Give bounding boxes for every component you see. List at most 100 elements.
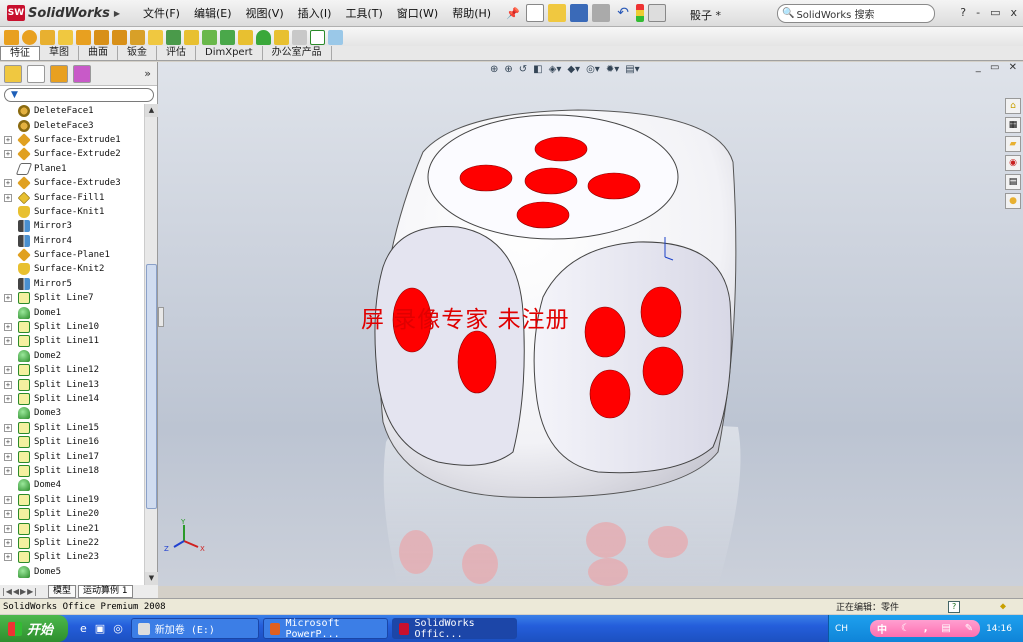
dome-tool-icon[interactable] bbox=[256, 29, 271, 45]
scrollbar-thumb[interactable] bbox=[146, 264, 157, 509]
sweep-icon[interactable] bbox=[40, 29, 55, 45]
feature-tree-item[interactable]: Mirror3 bbox=[0, 219, 144, 233]
ime-toolbar[interactable]: 中 ☾ , ▤ ✎ bbox=[870, 620, 981, 637]
menu-window[interactable]: 窗口(W) bbox=[390, 5, 445, 21]
menu-view[interactable]: 视图(V) bbox=[239, 5, 291, 21]
feature-tree-item[interactable]: + Split Line12 bbox=[0, 363, 144, 377]
tab-model[interactable]: 模型 bbox=[48, 585, 77, 598]
tab-sketch[interactable]: 草图 bbox=[40, 46, 79, 60]
feature-tree-item[interactable]: Mirror4 bbox=[0, 234, 144, 248]
expand-plus-icon[interactable]: + bbox=[4, 395, 12, 403]
search-box[interactable]: 🔍 SolidWorks 搜索 bbox=[777, 4, 935, 23]
tab-sheet-metal[interactable]: 钣金 bbox=[118, 46, 157, 60]
draft-icon[interactable] bbox=[202, 29, 217, 45]
task-powerpoint[interactable]: Microsoft PowerP... bbox=[262, 618, 388, 640]
expand-plus-icon[interactable]: + bbox=[4, 366, 12, 375]
feature-tree-item[interactable]: DeleteFace1 bbox=[0, 104, 144, 118]
language-indicator[interactable]: CH bbox=[835, 624, 848, 634]
search-results-icon[interactable]: ◉ bbox=[1005, 155, 1021, 171]
expand-plus-icon[interactable]: + bbox=[4, 538, 12, 547]
pin-icon[interactable]: 📌 bbox=[504, 4, 522, 22]
feature-tree-item[interactable]: + Split Line11 bbox=[0, 334, 144, 348]
dimxpert-manager-tab-icon[interactable] bbox=[73, 64, 91, 83]
wrap-icon[interactable] bbox=[238, 29, 253, 45]
feature-tree-item[interactable]: + Split Line23 bbox=[0, 550, 144, 564]
feature-tree-item[interactable]: + Surface-Extrude2 bbox=[0, 147, 144, 162]
appearances-icon[interactable]: ● bbox=[1005, 193, 1021, 209]
ime-mode[interactable]: 中 bbox=[877, 621, 887, 636]
save-icon[interactable] bbox=[570, 4, 589, 22]
options-icon[interactable] bbox=[648, 4, 667, 22]
expand-plus-icon[interactable]: + bbox=[4, 150, 12, 159]
curves-icon[interactable] bbox=[310, 29, 325, 45]
expand-plus-icon[interactable]: + bbox=[4, 337, 12, 346]
expand-plus-icon[interactable]: + bbox=[4, 495, 12, 504]
rib-icon[interactable] bbox=[184, 29, 199, 45]
feature-tree-item[interactable]: + Split Line19 bbox=[0, 493, 144, 507]
solidworks-logo-menu[interactable]: SW SolidWorks ▶ bbox=[3, 2, 124, 24]
feature-tree-item[interactable]: Dome2 bbox=[0, 349, 144, 363]
new-document-icon[interactable] bbox=[526, 4, 545, 22]
feature-tree-item[interactable]: + Split Line22 bbox=[0, 536, 144, 550]
pattern-icon[interactable] bbox=[166, 29, 181, 45]
task-explorer[interactable]: 新加卷 (E:) bbox=[130, 618, 259, 639]
ime-moon-icon[interactable]: ☾ bbox=[901, 623, 910, 634]
menu-file[interactable]: 文件(F) bbox=[136, 5, 187, 21]
feature-tree-item[interactable]: Dome4 bbox=[0, 478, 144, 492]
feature-tree-item[interactable]: Plane1 bbox=[0, 162, 144, 176]
feature-tree-item[interactable]: Dome5 bbox=[0, 565, 144, 579]
status-pin-icon[interactable]: ◆ bbox=[1000, 601, 1006, 612]
feature-tree-item[interactable]: + Split Line18 bbox=[0, 464, 144, 478]
feature-tree-item[interactable]: + Surface-Fill1 bbox=[0, 190, 144, 204]
search-input[interactable]: SolidWorks 搜索 bbox=[796, 6, 874, 21]
ime-tool-icon[interactable]: ✎ bbox=[965, 623, 973, 634]
expand-plus-icon[interactable]: + bbox=[4, 452, 12, 461]
feature-tree-item[interactable]: + Split Line7 bbox=[0, 291, 144, 305]
expand-plus-icon[interactable]: + bbox=[4, 553, 12, 562]
menu-insert[interactable]: 插入(I) bbox=[291, 5, 339, 21]
design-library-icon[interactable]: ▦ bbox=[1005, 117, 1021, 133]
expand-plus-icon[interactable]: + bbox=[4, 510, 12, 519]
menu-tools[interactable]: 工具(T) bbox=[338, 5, 389, 21]
ime-keyboard-icon[interactable]: ▤ bbox=[941, 623, 950, 634]
feature-tree-item[interactable]: + Surface-Extrude3 bbox=[0, 176, 144, 190]
feature-tree-item[interactable]: Dome1 bbox=[0, 305, 144, 319]
property-manager-tab-icon[interactable] bbox=[27, 64, 45, 83]
instant3d-icon[interactable] bbox=[328, 29, 343, 45]
start-button[interactable]: 开始 bbox=[0, 615, 68, 642]
reference-geometry-icon[interactable] bbox=[292, 29, 307, 45]
open-folder-icon[interactable] bbox=[548, 4, 567, 22]
feature-tree-item[interactable]: + Split Line20 bbox=[0, 507, 144, 521]
expand-plus-icon[interactable]: + bbox=[4, 524, 12, 533]
tab-scroll-arrows-icon[interactable]: |◀◀▶▶| bbox=[0, 587, 48, 596]
feature-tree-tab-icon[interactable] bbox=[4, 64, 22, 83]
expand-plus-icon[interactable]: + bbox=[4, 135, 12, 144]
minimize-button[interactable]: - bbox=[976, 6, 980, 19]
tab-motion-study[interactable]: 运动算例 1 bbox=[78, 585, 133, 598]
boundary-icon[interactable] bbox=[76, 29, 91, 45]
view-palette-icon[interactable]: ▤ bbox=[1005, 174, 1021, 190]
configuration-manager-tab-icon[interactable] bbox=[50, 64, 68, 83]
mirror-tool-icon[interactable] bbox=[274, 29, 289, 45]
more-tabs-icon[interactable]: » bbox=[144, 67, 151, 80]
graphics-viewport[interactable]: ⊕ ⊕ ↺ ◧ ◈▾ ◆▾ ◎▾ ✹▾ ▤▾ _ ▭ ✕ 屏 录像专家 未注册 … bbox=[158, 62, 1023, 586]
loft-icon[interactable] bbox=[58, 29, 73, 45]
feature-tree-item[interactable]: Mirror5 bbox=[0, 277, 144, 291]
shell-icon[interactable] bbox=[220, 29, 235, 45]
cut-revolve-icon[interactable] bbox=[112, 29, 127, 45]
dice-model[interactable] bbox=[158, 62, 1023, 586]
feature-tree-item[interactable]: Dome3 bbox=[0, 406, 144, 420]
feature-tree-item[interactable]: Surface-Knit2 bbox=[0, 262, 144, 276]
browser-icon[interactable]: ◎ bbox=[113, 622, 123, 635]
feature-tree-item[interactable]: + Split Line16 bbox=[0, 435, 144, 449]
feature-tree-item[interactable]: Surface-Plane1 bbox=[0, 248, 144, 262]
revolve-icon[interactable] bbox=[22, 29, 37, 45]
feature-tree-item[interactable]: + Split Line13 bbox=[0, 377, 144, 391]
expand-plus-icon[interactable]: + bbox=[4, 380, 12, 389]
ime-punct-icon[interactable]: , bbox=[924, 623, 928, 634]
feature-tree-item[interactable]: + Split Line14 bbox=[0, 392, 144, 406]
expand-plus-icon[interactable]: + bbox=[4, 193, 12, 202]
expand-plus-icon[interactable]: + bbox=[4, 179, 12, 188]
feature-tree-item[interactable]: + Surface-Extrude1 bbox=[0, 133, 144, 147]
cut-sweep-icon[interactable] bbox=[130, 29, 145, 45]
